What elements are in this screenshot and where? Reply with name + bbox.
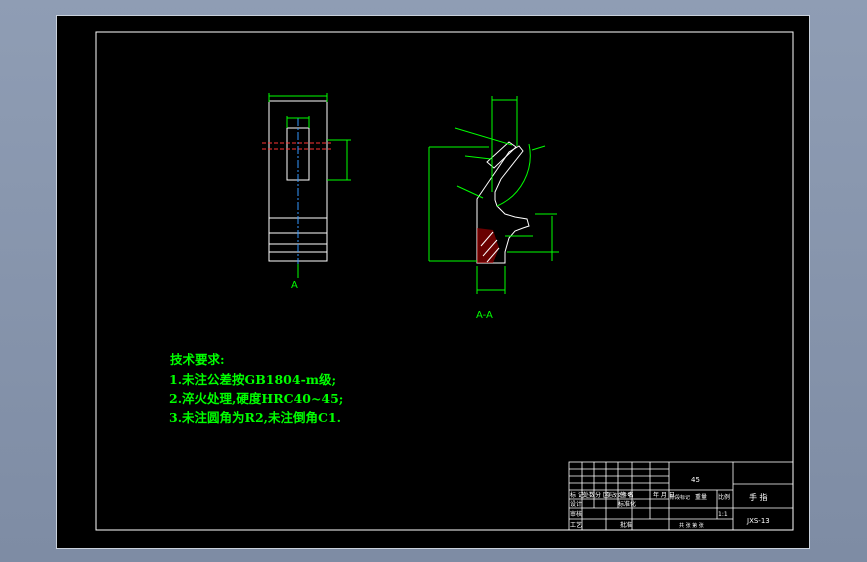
- approve-label: 批准: [620, 521, 632, 529]
- count-header: 处数: [583, 491, 595, 499]
- tech-requirement-item: 3.未注圆角为R2,未注倒角C1.: [169, 410, 341, 425]
- tech-requirements: 技术要求: 1.未注公差按GB1804-m级; 2.淬火处理,硬度HRC40~4…: [169, 352, 343, 425]
- scale-label: 比例: [718, 493, 730, 501]
- cad-drawing: A A-A 技术要求: 1.未注公差按GB1804-m级; 2.淬火处理,硬度H…: [95, 31, 794, 531]
- scale-value: 1:1: [718, 511, 728, 518]
- section-label-aa: A-A: [476, 310, 493, 321]
- drawing-number: JXS-13: [746, 517, 770, 525]
- section-slot: [486, 141, 517, 169]
- section-label-a: A: [291, 280, 298, 291]
- material-value: 45: [691, 476, 700, 484]
- sheet-info: 共 张 第 张: [679, 522, 704, 529]
- part-name: 手 指: [749, 492, 768, 502]
- inner-frame: [95, 31, 794, 531]
- drawing-sheet: A A-A 技术要求: 1.未注公差按GB1804-m级; 2.淬火处理,硬度H…: [56, 15, 810, 549]
- tech-requirement-item: 1.未注公差按GB1804-m级;: [169, 372, 336, 387]
- dimension-line: [454, 127, 513, 146]
- mark-header: 标 记: [570, 491, 584, 499]
- designer-label: 设计: [570, 500, 582, 508]
- standardization-label: 标准化: [618, 500, 636, 508]
- sign-header: 签 名: [620, 491, 634, 499]
- tech-requirements-title: 技术要求:: [170, 352, 225, 367]
- review-label: 审核: [570, 510, 582, 518]
- section-arc: [496, 143, 531, 207]
- process-label: 工艺: [570, 521, 582, 529]
- dimension-line: [464, 155, 492, 160]
- left-view: A: [262, 93, 351, 291]
- dimension-line: [531, 145, 546, 151]
- section-view-a-a: A-A: [428, 96, 559, 321]
- section-hatch: [477, 228, 499, 263]
- dimension-line: [456, 185, 484, 199]
- weight-label: 重量: [695, 493, 707, 501]
- tech-requirement-item: 2.淬火处理,硬度HRC40~45;: [169, 391, 343, 406]
- stage-mark-label: 阶段标记: [670, 494, 690, 501]
